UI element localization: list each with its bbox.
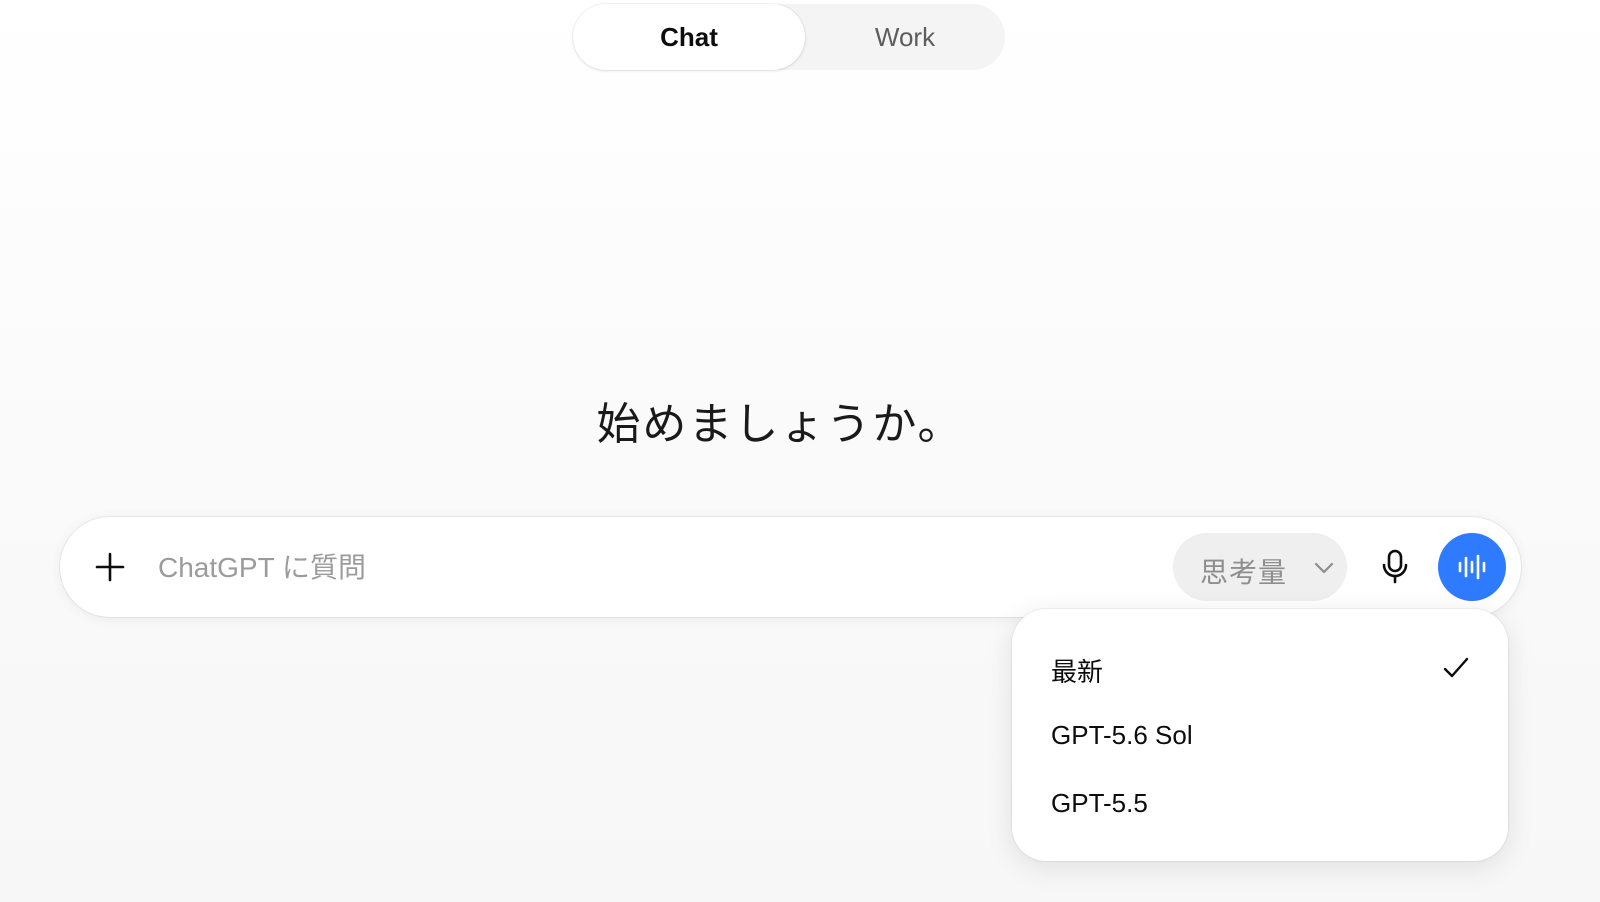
prompt-input[interactable] — [158, 547, 1158, 589]
model-menu-item-label: GPT-5.5 — [1051, 788, 1148, 818]
tab-work[interactable]: Work — [805, 4, 1005, 70]
tab-chat-label: Chat — [660, 21, 718, 52]
plus-icon — [95, 552, 125, 582]
checkmark-icon — [1443, 657, 1469, 678]
model-menu-item-gpt-5-6-sol[interactable]: GPT-5.6 Sol — [1012, 702, 1508, 768]
chevron-down-icon — [1314, 562, 1334, 574]
page-title: 始めましょうか。 — [596, 400, 964, 449]
microphone-icon — [1382, 549, 1408, 584]
tab-work-label: Work — [874, 21, 936, 52]
model-menu-item-label: 最新 — [1051, 657, 1104, 687]
voice-waveform-icon — [1458, 554, 1486, 580]
mode-switcher: Chat Work — [573, 4, 1005, 70]
thinking-effort-label: 思考量 — [1200, 557, 1288, 588]
model-menu-item-label: GPT-5.6 Sol — [1051, 720, 1193, 750]
model-menu-item-gpt-5-5[interactable]: GPT-5.5 — [1012, 770, 1508, 836]
model-menu: 最新 GPT-5.6 Sol GPT-5.5 — [1012, 609, 1508, 861]
attach-button[interactable] — [80, 537, 140, 597]
model-menu-item-latest[interactable]: 最新 — [1012, 634, 1508, 700]
prompt-composer: 思考量 — [60, 517, 1521, 617]
thinking-effort-button[interactable]: 思考量 — [1173, 533, 1347, 601]
dictate-button[interactable] — [1365, 537, 1425, 597]
voice-mode-button[interactable] — [1438, 533, 1506, 601]
tab-chat[interactable]: Chat — [573, 4, 805, 70]
